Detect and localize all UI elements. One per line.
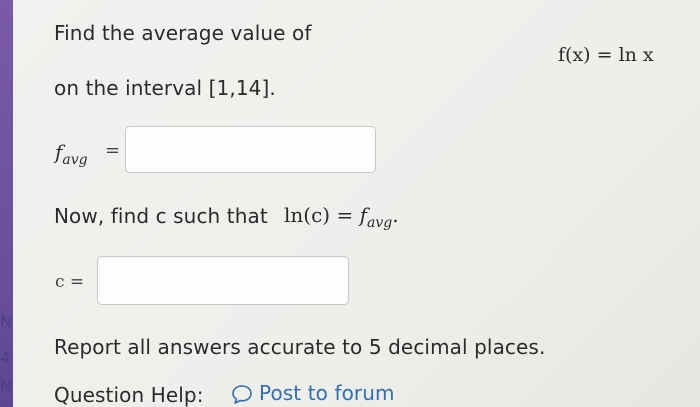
strip-glyph-3: N [0,378,12,394]
favg-label: favg [55,140,88,168]
c-label: c = [55,272,85,292]
function-display: f(x) = ln x [558,44,654,66]
second-math: ln(c) = favg. [284,203,399,231]
post-to-forum-link[interactable]: Post to forum [259,381,395,405]
ln-c: ln(c) [284,203,331,227]
report-instructions: Report all answers accurate to 5 decimal… [54,335,546,359]
question-panel: Find the average value of f(x) = ln x on… [13,0,700,407]
favg-sub: avg [62,152,88,168]
favg-equals: = [105,140,121,161]
strip-glyph-1: N [0,314,12,330]
question-help-label: Question Help: [54,383,204,407]
favg-f-2: f [359,203,367,227]
favg-answer-input[interactable] [125,126,376,173]
second-prompt: Now, find c such that [54,204,268,228]
speech-bubble-icon[interactable] [231,383,253,405]
prompt-line-1: Find the average value of [54,21,312,45]
strip-glyph-2: 4 [0,350,11,366]
left-window-strip: N 4 N [0,0,13,407]
c-answer-input[interactable] [97,256,349,305]
favg-sub-2: avg [366,215,393,231]
second-equals: = [336,203,354,227]
interval-line: on the interval [1,14]. [54,76,276,100]
second-period: . [392,203,399,227]
